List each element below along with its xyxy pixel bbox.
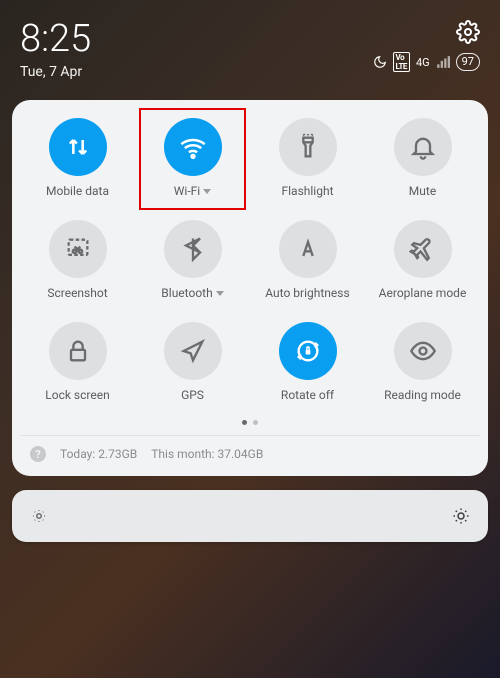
flashlight-tile[interactable]: Flashlight [250,118,365,198]
settings-icon[interactable] [456,20,480,44]
rotate-off-tile[interactable]: Rotate off [250,322,365,402]
mobile-data-tile[interactable]: Mobile data [20,118,135,198]
clock-time: 8:25 [20,20,91,58]
quick-settings-panel: Mobile data Wi-Fi Flashlight Mute [12,100,488,476]
page-dot-1 [242,420,247,425]
quick-settings-grid: Mobile data Wi-Fi Flashlight Mute [20,118,480,402]
wifi-icon [164,118,222,176]
airplane-icon [394,220,452,278]
chevron-down-icon [203,189,211,194]
clock-date: Tue, 7 Apr [20,64,91,80]
auto-brightness-icon [279,220,337,278]
lock-screen-label: Lock screen [45,388,109,402]
page-dot-2 [253,420,258,425]
reading-mode-label: Reading mode [384,388,461,402]
lock-icon [49,322,107,380]
brightness-low-icon [30,507,48,525]
auto-brightness-label: Auto brightness [265,286,349,300]
status-icons: VoLTE 4G 97 [373,52,480,72]
signal-icon [436,55,450,69]
battery-level: 97 [456,53,480,71]
gps-label: GPS [181,388,204,402]
eye-icon [394,322,452,380]
lock-screen-tile[interactable]: Lock screen [20,322,135,402]
auto-brightness-tile[interactable]: Auto brightness [250,220,365,300]
wifi-tile[interactable]: Wi-Fi [135,118,250,198]
screenshot-icon [49,220,107,278]
status-bar: 8:25 Tue, 7 Apr VoLTE 4G 97 [0,0,500,92]
status-left: 8:25 Tue, 7 Apr [20,20,91,80]
aeroplane-mode-label: Aeroplane mode [379,286,467,300]
mobile-data-icon [49,118,107,176]
bell-icon [394,118,452,176]
network-gen: 4G [416,56,430,69]
gps-tile[interactable]: GPS [135,322,250,402]
mobile-data-label: Mobile data [46,184,109,198]
reading-mode-tile[interactable]: Reading mode [365,322,480,402]
volte-icon: VoLTE [393,52,410,72]
aeroplane-mode-tile[interactable]: Aeroplane mode [365,220,480,300]
brightness-high-icon [452,507,470,525]
usage-month: This month: 37.04GB [151,447,263,461]
wifi-label: Wi-Fi [174,184,200,198]
mute-tile[interactable]: Mute [365,118,480,198]
info-icon: ? [30,446,46,462]
flashlight-icon [279,118,337,176]
data-usage-footer[interactable]: ? Today: 2.73GB This month: 37.04GB [20,435,480,466]
location-arrow-icon [164,322,222,380]
flashlight-label: Flashlight [282,184,334,198]
brightness-slider[interactable] [12,490,488,542]
screenshot-tile[interactable]: Screenshot [20,220,135,300]
usage-today: Today: 2.73GB [60,447,137,461]
bluetooth-tile[interactable]: Bluetooth [135,220,250,300]
page-indicator [20,420,480,425]
bluetooth-icon [164,220,222,278]
dnd-moon-icon [373,55,387,69]
mute-label: Mute [409,184,436,198]
screenshot-label: Screenshot [47,286,107,300]
rotation-lock-icon [279,322,337,380]
bluetooth-label: Bluetooth [161,286,212,300]
rotate-off-label: Rotate off [281,388,334,402]
status-right: VoLTE 4G 97 [373,20,480,72]
chevron-down-icon [216,291,224,296]
